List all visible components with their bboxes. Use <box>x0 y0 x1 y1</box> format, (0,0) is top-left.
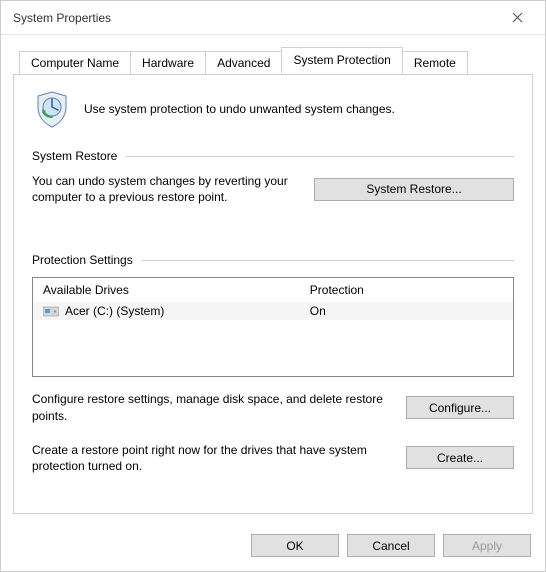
column-header-protection: Protection <box>310 283 503 297</box>
tab-hardware[interactable]: Hardware <box>130 51 206 75</box>
table-row[interactable]: Acer (C:) (System) On <box>33 302 513 320</box>
close-icon <box>512 12 523 23</box>
divider <box>141 260 514 261</box>
titlebar: System Properties <box>1 1 545 35</box>
group-header-system-restore: System Restore <box>32 149 514 163</box>
tab-computer-name[interactable]: Computer Name <box>19 51 131 75</box>
drives-table[interactable]: Available Drives Protection Acer (C:) (S… <box>32 277 514 377</box>
window-title: System Properties <box>13 11 497 25</box>
intro-text: Use system protection to undo unwanted s… <box>84 102 395 116</box>
system-restore-button[interactable]: System Restore... <box>314 178 514 201</box>
configure-desc: Configure restore settings, manage disk … <box>32 391 394 423</box>
configure-row: Configure restore settings, manage disk … <box>32 391 514 423</box>
disk-icon <box>43 305 59 317</box>
tab-advanced[interactable]: Advanced <box>205 51 282 75</box>
create-desc: Create a restore point right now for the… <box>32 442 394 474</box>
apply-button[interactable]: Apply <box>443 534 531 557</box>
intro-row: Use system protection to undo unwanted s… <box>32 89 514 129</box>
spacer <box>32 217 514 241</box>
configure-button[interactable]: Configure... <box>406 396 514 419</box>
close-button[interactable] <box>497 4 537 32</box>
create-button[interactable]: Create... <box>406 446 514 469</box>
drive-protection-status: On <box>310 304 503 318</box>
tab-panel-system-protection: Use system protection to undo unwanted s… <box>13 74 533 514</box>
dialog-button-bar: OK Cancel Apply <box>1 524 545 571</box>
system-properties-window: System Properties Computer Name Hardware… <box>0 0 546 572</box>
tabstrip: Computer Name Hardware Advanced System P… <box>1 35 545 74</box>
divider <box>125 156 514 157</box>
tab-remote[interactable]: Remote <box>402 51 468 75</box>
system-restore-desc: You can undo system changes by reverting… <box>32 173 302 205</box>
group-header-protection-settings: Protection Settings <box>32 253 514 267</box>
group-title-protection-settings: Protection Settings <box>32 253 133 267</box>
group-title-system-restore: System Restore <box>32 149 117 163</box>
drive-name: Acer (C:) (System) <box>65 304 164 318</box>
cancel-button[interactable]: Cancel <box>347 534 435 557</box>
system-restore-row: You can undo system changes by reverting… <box>32 173 514 205</box>
table-header-row: Available Drives Protection <box>33 278 513 302</box>
tab-system-protection[interactable]: System Protection <box>281 47 402 74</box>
column-header-drives: Available Drives <box>43 283 310 297</box>
ok-button[interactable]: OK <box>251 534 339 557</box>
system-protection-shield-icon <box>32 89 72 129</box>
create-row: Create a restore point right now for the… <box>32 442 514 474</box>
